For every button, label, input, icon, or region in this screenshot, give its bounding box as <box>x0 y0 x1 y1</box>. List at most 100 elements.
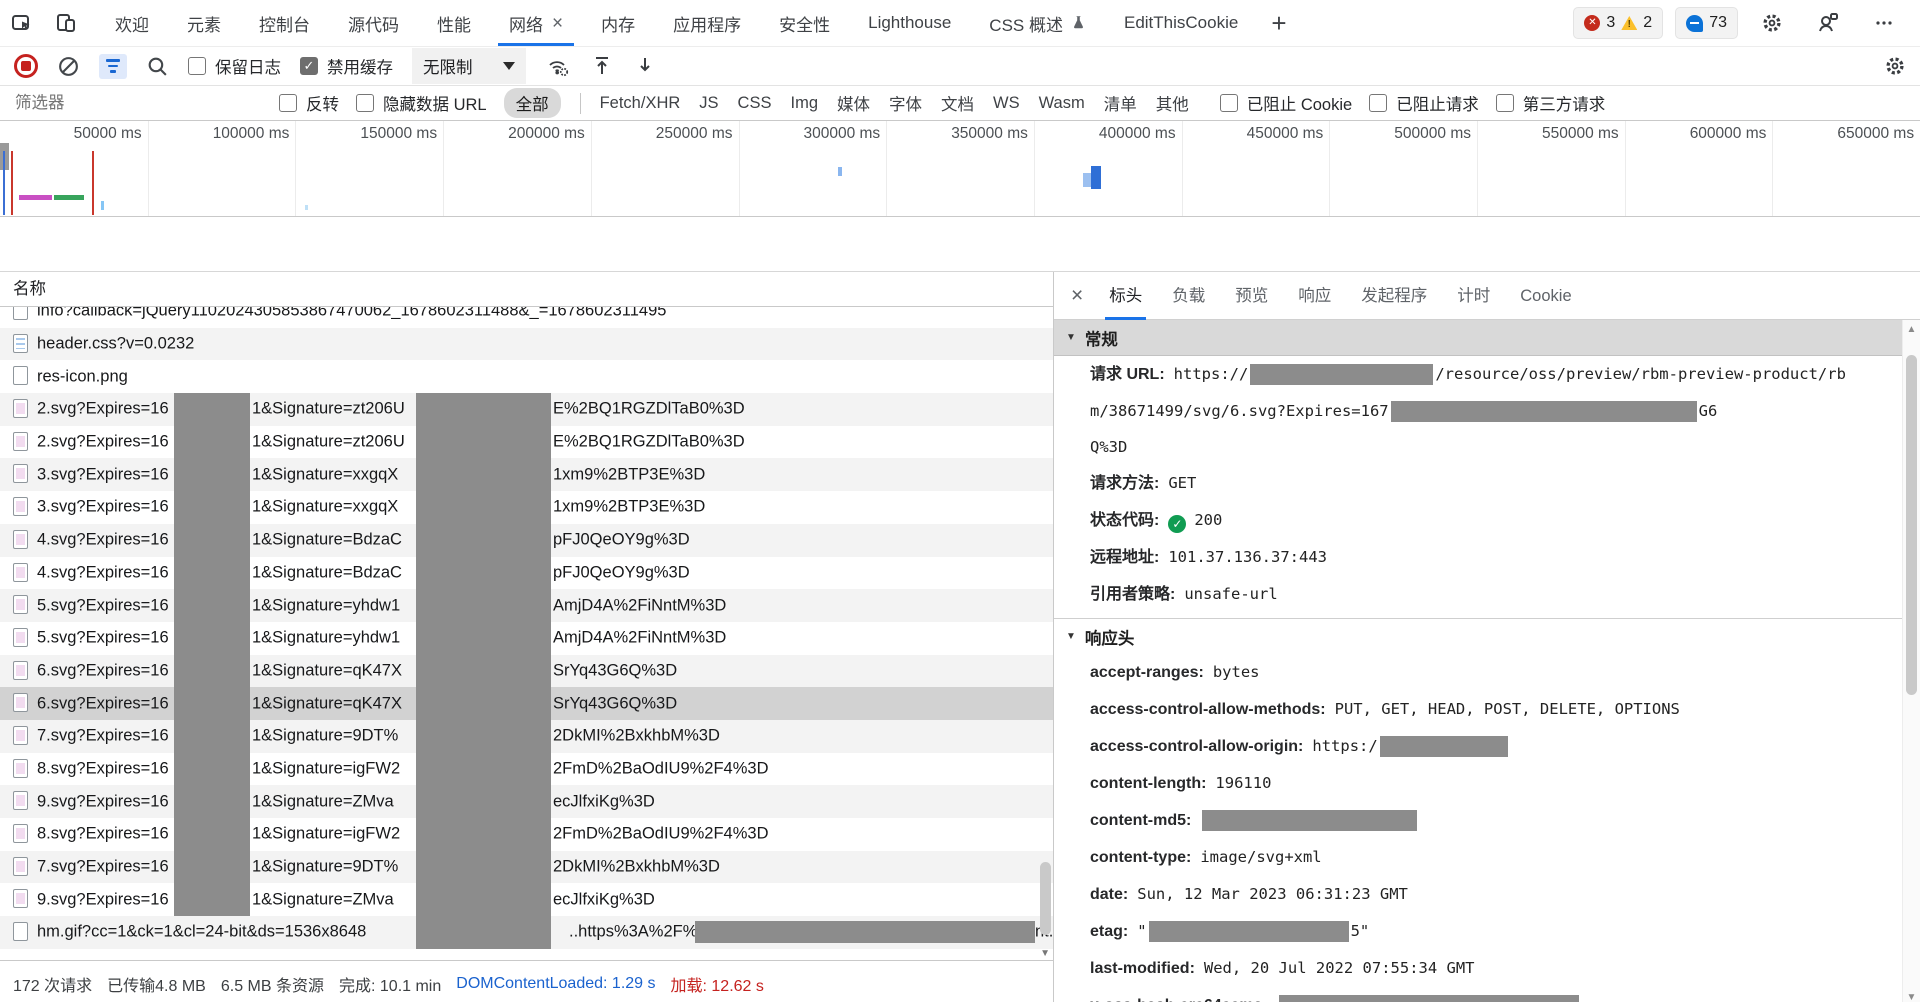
tab-元素[interactable]: 元素 <box>168 0 240 46</box>
redaction-bar <box>1202 810 1417 831</box>
details-scrollbar-thumb[interactable] <box>1906 355 1917 695</box>
transferred-size: 已传输4.8 MB <box>107 972 206 996</box>
request-row[interactable]: header.css?v=0.0232 <box>0 328 1053 361</box>
import-har-icon[interactable] <box>590 54 614 78</box>
tab-源代码[interactable]: 源代码 <box>329 0 418 46</box>
more-options-icon[interactable] <box>1871 10 1897 36</box>
tab-CSS 概述[interactable]: CSS 概述 <box>970 0 1105 46</box>
tab-性能[interactable]: 性能 <box>418 0 490 46</box>
checkbox-unchecked[interactable] <box>1496 94 1514 112</box>
filter-type-JS[interactable]: JS <box>699 94 718 113</box>
close-tab-icon[interactable]: × <box>552 14 563 33</box>
detail-tab-计时[interactable]: 计时 <box>1442 272 1505 320</box>
filter-type-字体[interactable]: 字体 <box>889 91 922 115</box>
filter-type-全部[interactable]: 全部 <box>504 88 561 118</box>
filter-type-Wasm[interactable]: Wasm <box>1039 94 1085 113</box>
tab-Lighthouse[interactable]: Lighthouse <box>849 0 970 46</box>
redaction-bar <box>1149 921 1349 942</box>
search-icon[interactable] <box>146 55 169 78</box>
list-scrollbar-down-icon[interactable]: ▼ <box>1040 948 1050 959</box>
file-icon <box>13 693 28 712</box>
tab-控制台[interactable]: 控制台 <box>240 0 329 46</box>
export-har-icon[interactable] <box>633 54 657 78</box>
filter-type-Fetch/XHR[interactable]: Fetch/XHR <box>600 94 681 113</box>
blocked-cookies-checkbox[interactable]: 已阻止 Cookie <box>1220 91 1352 115</box>
third-party-checkbox[interactable]: 第三方请求 <box>1496 91 1606 115</box>
file-icon <box>13 726 28 745</box>
invert-checkbox[interactable]: 反转 <box>279 91 339 115</box>
network-settings-gear-icon[interactable] <box>1884 55 1906 77</box>
redaction-bar <box>695 921 1035 943</box>
request-name-segment: 1xm9%2BTP3E%3D <box>553 465 705 484</box>
request-name-segment: 1&Signature=9DT% <box>252 858 398 877</box>
detail-tab-标头[interactable]: 标头 <box>1094 272 1157 320</box>
tab-安全性[interactable]: 安全性 <box>760 0 849 46</box>
filter-type-CSS[interactable]: CSS <box>738 94 772 113</box>
request-name-segment: 1&Signature=qK47X <box>252 694 402 713</box>
request-row[interactable]: res-icon.png <box>0 360 1053 393</box>
scroll-up-icon[interactable]: ▲ <box>1903 324 1920 335</box>
header-line: Q%3D <box>1054 429 1903 465</box>
beaker-icon <box>1071 14 1086 32</box>
filter-input[interactable] <box>13 93 262 114</box>
filter-type-文档[interactable]: 文档 <box>941 91 974 115</box>
feedback-icon[interactable] <box>1815 10 1841 36</box>
more-tabs-button[interactable]: + <box>1257 8 1300 39</box>
detail-tab-响应[interactable]: 响应 <box>1283 272 1346 320</box>
detail-tab-预览[interactable]: 预览 <box>1220 272 1283 320</box>
checkbox-unchecked[interactable] <box>188 57 206 75</box>
network-conditions-icon[interactable] <box>545 54 571 78</box>
checkbox-unchecked[interactable] <box>279 94 297 112</box>
tab-EditThisCookie[interactable]: EditThisCookie <box>1105 0 1257 46</box>
device-toolbar-icon[interactable] <box>53 10 79 36</box>
details-scrollbar[interactable]: ▲ ▼ <box>1902 320 1920 1002</box>
request-name-segment: 2DkMI%2BxkhbM%3D <box>553 858 720 877</box>
preserve-log-checkbox[interactable]: 保留日志 <box>188 54 281 78</box>
filter-type-Img[interactable]: Img <box>790 94 818 113</box>
waterfall-mark <box>1091 166 1101 189</box>
issues-badge[interactable]: ✕ 3 ! 2 <box>1573 7 1663 39</box>
filter-type-清单[interactable]: 清单 <box>1104 91 1137 115</box>
detail-tab-Cookie[interactable]: Cookie <box>1505 272 1586 320</box>
filter-type-其他[interactable]: 其他 <box>1156 91 1189 115</box>
checkbox-unchecked[interactable] <box>1369 94 1387 112</box>
waterfall-mark <box>101 201 104 210</box>
filter-type-WS[interactable]: WS <box>993 94 1020 113</box>
checkbox-unchecked[interactable] <box>356 94 374 112</box>
close-details-icon[interactable]: × <box>1060 284 1094 308</box>
disable-cache-checkbox[interactable]: ✓ 禁用缓存 <box>300 54 393 78</box>
header-line: last-modified:Wed, 20 Jul 2022 07:55:34 … <box>1054 950 1903 987</box>
request-name-segment: 1&Signature=xxgqX <box>252 498 398 517</box>
name-column-header[interactable]: 名称 <box>0 272 1053 307</box>
checkbox-checked[interactable]: ✓ <box>300 57 318 75</box>
throttling-select[interactable]: 无限制 <box>412 48 526 84</box>
section-header[interactable]: ▼响应头 <box>1054 619 1903 654</box>
detail-tab-负载[interactable]: 负载 <box>1157 272 1220 320</box>
checkbox-unchecked[interactable] <box>1220 94 1238 112</box>
request-type-filters: 全部 Fetch/XHR JS CSS Img 媒体字体文档 WS Wasm 清单其他 <box>504 88 1189 118</box>
filter-toggle-icon[interactable] <box>99 54 127 79</box>
settings-gear-icon[interactable] <box>1759 10 1785 36</box>
tab-网络[interactable]: 网络× <box>490 0 582 46</box>
messages-badge[interactable]: 73 <box>1675 7 1738 39</box>
timeline-tick-label: 100000 ms <box>149 125 289 143</box>
devtools-tabbar: 欢迎元素控制台源代码性能网络×内存应用程序安全性LighthouseCSS 概述… <box>0 0 1920 47</box>
hide-data-urls-checkbox[interactable]: 隐藏数据 URL <box>356 91 487 115</box>
tab-内存[interactable]: 内存 <box>582 0 654 46</box>
tab-应用程序[interactable]: 应用程序 <box>654 0 760 46</box>
inspect-element-icon[interactable] <box>9 10 35 36</box>
request-name-segment: 4.svg?Expires=16 <box>37 531 169 550</box>
list-scrollbar-thumb[interactable] <box>1040 862 1051 935</box>
detail-tab-发起程序[interactable]: 发起程序 <box>1346 272 1442 320</box>
filter-type-媒体[interactable]: 媒体 <box>837 91 870 115</box>
section-header[interactable]: ▼常规 <box>1054 320 1903 356</box>
scroll-down-icon[interactable]: ▼ <box>1903 992 1920 1002</box>
request-row[interactable]: info?callback=jQuery11020243058538674700… <box>0 307 1053 328</box>
request-name-segment: 1&Signature=ZMva <box>252 890 394 909</box>
network-overview-timeline[interactable]: 50000 ms100000 ms150000 ms200000 ms25000… <box>0 121 1920 217</box>
clear-network-log-icon[interactable] <box>57 55 80 78</box>
timeline-tick-label: 350000 ms <box>888 125 1028 143</box>
record-network-log-button[interactable] <box>14 54 38 78</box>
tab-欢迎[interactable]: 欢迎 <box>96 0 168 46</box>
blocked-requests-checkbox[interactable]: 已阻止请求 <box>1369 91 1479 115</box>
